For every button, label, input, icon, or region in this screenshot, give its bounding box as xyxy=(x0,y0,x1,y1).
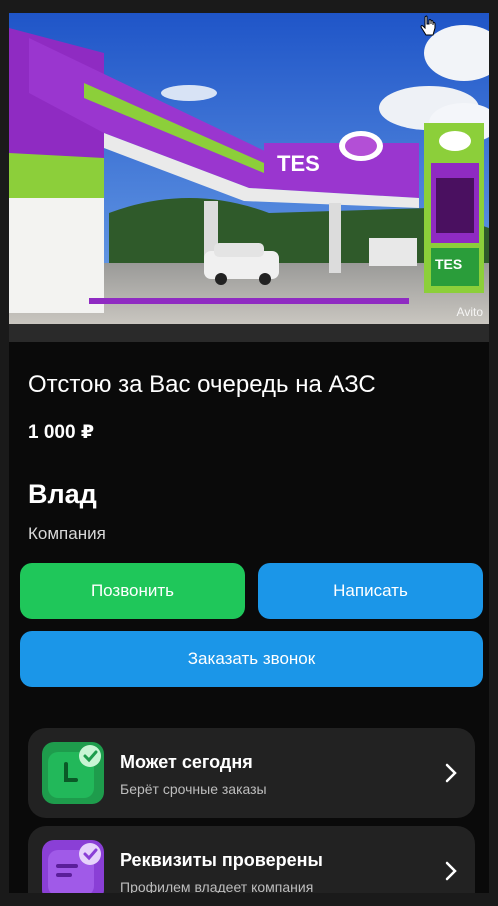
avito-watermark: Avito xyxy=(456,305,483,319)
document-check-icon xyxy=(42,840,104,893)
card-requisites-verified[interactable]: Реквизиты проверены Профилем владеет ком… xyxy=(28,826,475,893)
card-available-today[interactable]: Может сегодня Берёт срочные заказы xyxy=(28,728,475,818)
card-subtitle: Берёт срочные заказы xyxy=(120,781,267,797)
listing-price: 1 000 ₽ xyxy=(28,422,95,443)
card-title: Реквизиты проверены xyxy=(120,850,323,870)
pump-brand-text: TES xyxy=(435,256,462,272)
listing-photo[interactable]: TES TES Avito xyxy=(9,13,489,324)
listing-title: Отстою за Вас очередь на АЗС xyxy=(28,371,376,398)
card-title: Может сегодня xyxy=(120,752,253,772)
call-button[interactable]: Позвонить xyxy=(20,563,245,619)
station-brand-text: TES xyxy=(277,151,320,176)
seller-name[interactable]: Влад xyxy=(28,479,97,510)
order-call-button[interactable]: Заказать звонок xyxy=(20,631,483,687)
clock-check-icon xyxy=(42,742,104,804)
chevron-right-icon xyxy=(445,861,457,881)
seller-type: Компания xyxy=(28,524,106,543)
chevron-right-icon xyxy=(445,763,457,783)
gas-station-image: TES TES xyxy=(9,13,489,324)
listing-screen: TES TES Avito Отстою за Вас очередь на А… xyxy=(9,13,489,893)
photo-divider xyxy=(9,324,489,342)
write-button[interactable]: Написать xyxy=(258,563,483,619)
card-subtitle: Профилем владеет компания xyxy=(120,879,314,893)
hand-cursor-icon xyxy=(420,15,436,36)
